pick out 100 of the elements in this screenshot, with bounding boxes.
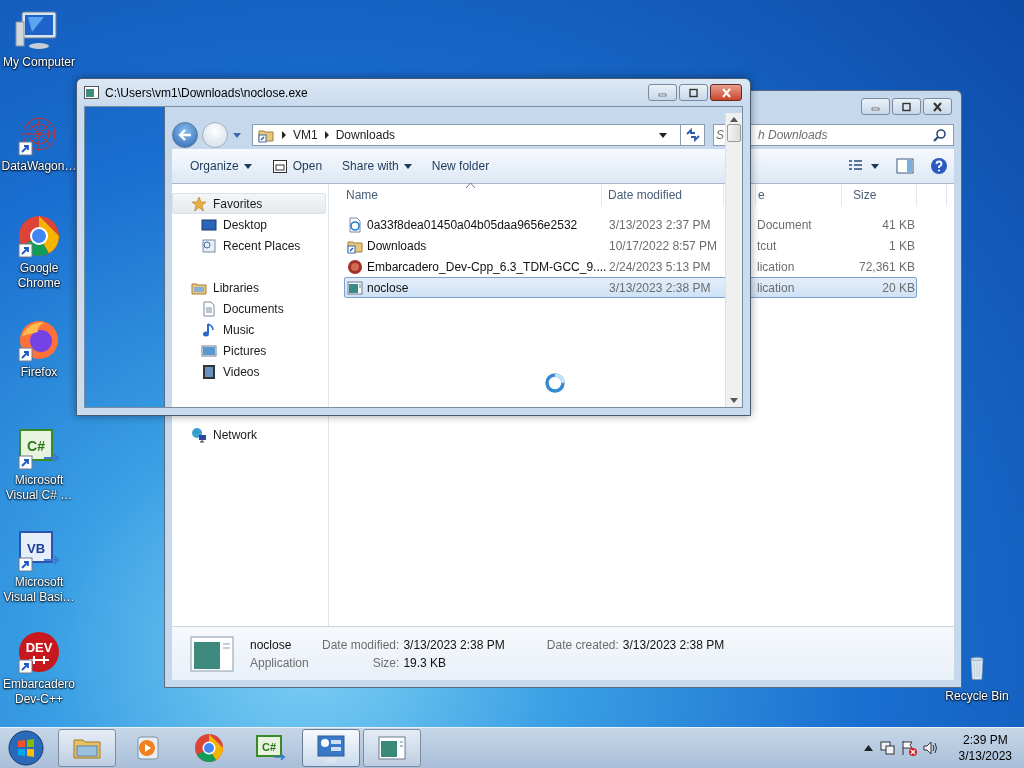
window-title: C:\Users\vm1\Downloads\noclose.exe xyxy=(105,85,308,100)
file-row[interactable]: noclose 3/13/2023 2:38 PM lication 20 KB xyxy=(344,277,917,298)
taskbar-button[interactable]: C# xyxy=(241,729,299,767)
refresh-icon xyxy=(684,128,701,142)
close-icon xyxy=(931,101,944,112)
show-hidden-icons-icon[interactable] xyxy=(863,745,873,751)
date-cell-text: 2/24/2023 5:13 PM xyxy=(608,259,712,274)
network-icon[interactable] xyxy=(878,740,895,756)
taskbar-button[interactable] xyxy=(302,729,360,767)
view-options-icon[interactable] xyxy=(848,159,880,173)
toolbar-button[interactable]: Open xyxy=(263,155,331,177)
web-doc-icon xyxy=(347,216,363,233)
column-header[interactable]: Name xyxy=(346,188,378,202)
file-row[interactable]: 0a33f8dea01450a04b05daa9656e2532 3/13/2023 2:37 PM Document 41 KB xyxy=(344,214,917,235)
refresh-button[interactable] xyxy=(681,124,705,146)
column-header[interactable]: e xyxy=(758,188,765,202)
nav-item[interactable]: Videos xyxy=(172,361,326,382)
scrollbar-thumb[interactable] xyxy=(727,124,741,142)
desktop-icon-label: Recycle Bin xyxy=(945,689,1009,704)
desktop-icon-label: Microsoft Visual Basi… xyxy=(2,575,76,605)
property-value: 19.3 KB xyxy=(403,655,448,670)
property-value: 3/13/2023 2:38 PM xyxy=(403,637,505,652)
maximize-icon xyxy=(687,87,700,98)
date-cell-text: 10/17/2022 8:57 PM xyxy=(608,238,719,253)
search-icon[interactable] xyxy=(933,128,947,142)
maximize-button[interactable] xyxy=(892,98,921,115)
back-button[interactable] xyxy=(172,122,198,148)
nav-item[interactable]: Favorites xyxy=(172,193,326,214)
size-cell-text: 20 KB xyxy=(881,280,916,295)
nav-item[interactable]: Libraries xyxy=(172,277,326,298)
property-label: Size: xyxy=(371,655,400,670)
size-cell-text: 72,361 KB xyxy=(857,259,916,274)
scrollbar[interactable] xyxy=(725,113,742,407)
desktop-icon-label: Embarcadero Dev-C++ xyxy=(1,677,76,707)
address-bar[interactable]: VM1 Downloads xyxy=(252,124,681,146)
file-name: Downloads xyxy=(367,238,427,253)
clock-date[interactable]: 3/13/2023 xyxy=(958,748,1012,764)
busy-cursor-icon xyxy=(544,372,566,394)
property-label: Date created: xyxy=(546,637,619,652)
taskbar-button[interactable] xyxy=(363,729,421,767)
star-icon xyxy=(191,195,207,212)
chrome-icon xyxy=(193,732,225,764)
help-icon[interactable] xyxy=(930,157,948,175)
app-icon xyxy=(84,86,99,99)
size-cell-text: 1 KB xyxy=(888,238,916,253)
property-label: Date modified: xyxy=(322,637,400,652)
nav-item[interactable]: Desktop xyxy=(172,214,326,235)
folder-icon xyxy=(257,127,275,143)
desktop-icon-label: DataWagon… xyxy=(1,159,77,174)
scroll-down-icon[interactable] xyxy=(730,398,738,403)
nav-item[interactable]: Music xyxy=(172,319,326,340)
caret-icon xyxy=(403,163,412,169)
app-icon xyxy=(347,279,363,296)
desktop-icon-label: My Computer xyxy=(3,55,75,70)
open-icon xyxy=(271,158,288,174)
sort-icon xyxy=(466,183,475,188)
type-cell-text: lication xyxy=(757,259,796,274)
file-name: noclose xyxy=(250,637,293,652)
type-cell-text: Document xyxy=(757,217,813,232)
recent-icon xyxy=(201,237,217,254)
scroll-up-icon[interactable] xyxy=(730,117,738,122)
desktop-icon-label: Google Chrome xyxy=(16,261,62,291)
caret-icon[interactable] xyxy=(658,131,668,139)
chevron-icon[interactable] xyxy=(281,131,287,139)
toolbar-button[interactable]: Organize xyxy=(182,156,260,176)
breadcrumb-item[interactable]: Downloads xyxy=(335,128,396,142)
nav-item[interactable]: Recent Places xyxy=(172,235,326,256)
column-header[interactable]: Date modified xyxy=(608,188,683,202)
close-button[interactable] xyxy=(923,98,952,115)
date-cell-text: 3/13/2023 2:37 PM xyxy=(608,217,712,232)
maximize-button[interactable] xyxy=(679,84,708,101)
desktop-icon-label: Microsoft Visual C# … xyxy=(4,473,74,503)
nav-item[interactable]: Pictures xyxy=(172,340,326,361)
nav-item[interactable]: Network xyxy=(172,424,326,445)
close-button[interactable] xyxy=(710,84,742,101)
type-cell-text: lication xyxy=(757,280,796,295)
preview-pane-icon[interactable] xyxy=(896,158,914,174)
file-name: 0a33f8dea01450a04b05daa9656e2532 xyxy=(367,217,578,232)
videos-icon xyxy=(201,363,217,380)
taskbar-button[interactable] xyxy=(58,729,116,767)
document-icon xyxy=(201,300,217,317)
chevron-icon[interactable] xyxy=(323,131,330,139)
breadcrumb-item[interactable]: VM1 xyxy=(293,128,318,142)
network-icon xyxy=(191,426,207,443)
windows-logo-icon xyxy=(7,729,45,767)
volume-icon[interactable] xyxy=(922,740,939,756)
app-icon xyxy=(190,635,234,672)
type-cell-text: tcut xyxy=(757,238,778,253)
size-cell-text: 41 KB xyxy=(881,217,916,232)
desktop-icon-label: Firefox xyxy=(20,365,58,380)
column-header[interactable]: Size xyxy=(853,188,877,202)
caret-icon xyxy=(243,163,252,169)
clock-time[interactable]: 2:39 PM xyxy=(962,732,1008,748)
toolbar-button[interactable]: Share with xyxy=(334,156,420,176)
date-cell-text: 3/13/2023 2:38 PM xyxy=(608,280,712,295)
toolbar-button[interactable]: New folder xyxy=(423,156,498,176)
flag-icon[interactable] xyxy=(900,740,917,756)
nav-item[interactable]: Documents xyxy=(172,298,326,319)
search-placeholder: S xyxy=(716,128,724,142)
property-value: 3/13/2023 2:38 PM xyxy=(622,637,725,652)
